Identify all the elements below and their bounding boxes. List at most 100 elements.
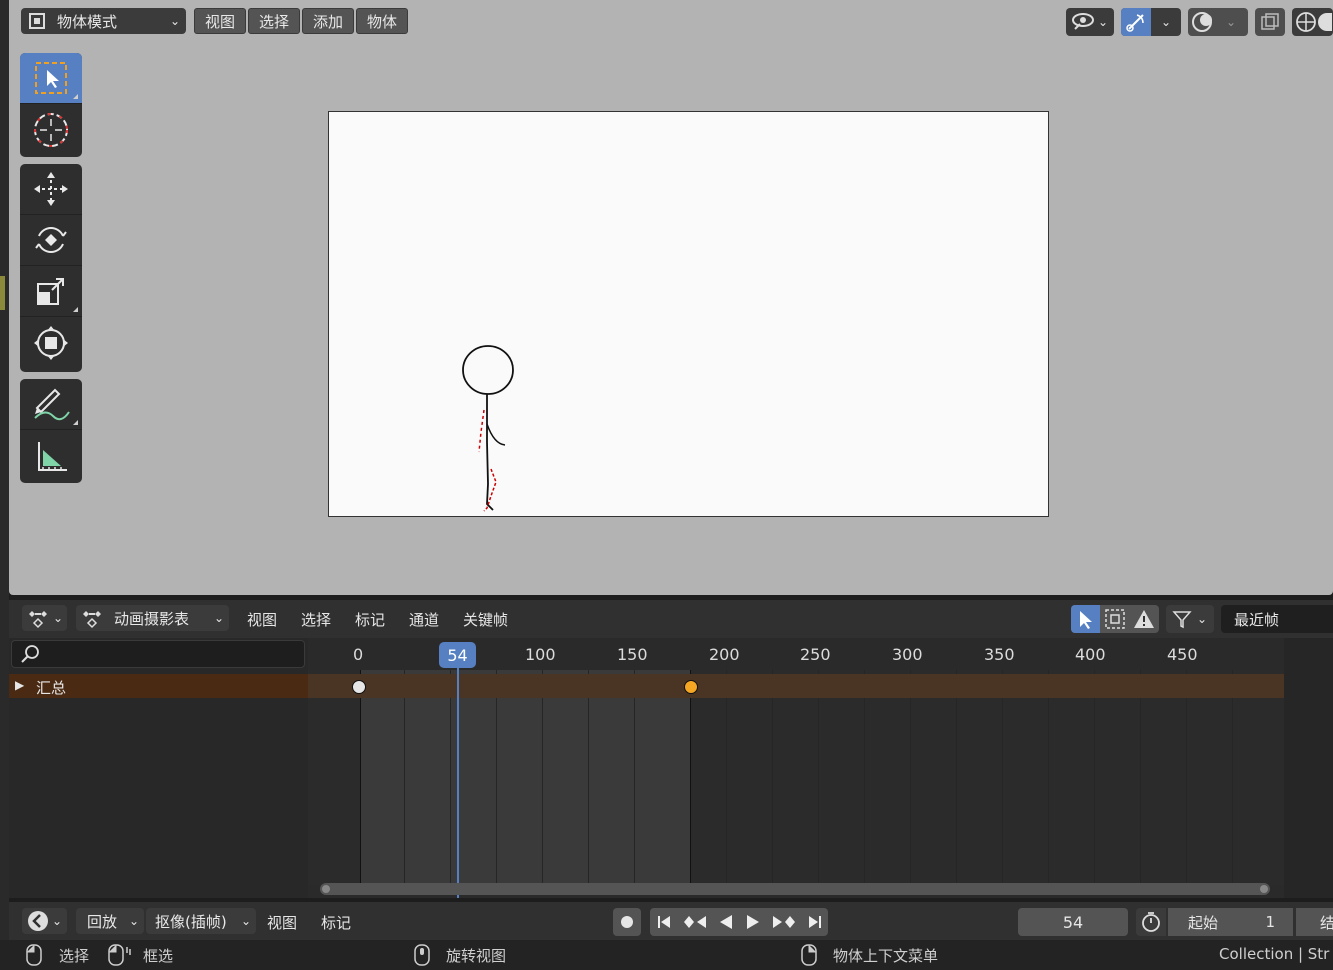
dopesheet-icon: [29, 611, 47, 629]
only-selected-toggle[interactable]: [1071, 605, 1100, 633]
grid-line: [1232, 670, 1233, 885]
play-icon[interactable]: [744, 913, 762, 931]
scrollbar-handle-right[interactable]: [1260, 885, 1268, 893]
status-context-menu: 物体上下文菜单: [833, 947, 939, 965]
overlay-dropdown[interactable]: ⌄: [1188, 8, 1248, 36]
cursor-icon: [34, 112, 68, 147]
camera-frame[interactable]: [328, 111, 1049, 517]
keyframe-range-highlight: [360, 670, 690, 885]
shading-buttons[interactable]: [1292, 8, 1333, 36]
keyframe[interactable]: [352, 680, 366, 694]
tool-measure[interactable]: [20, 430, 82, 481]
chevron-down-icon: ⌄: [1197, 612, 1208, 626]
auto-keying-toggle[interactable]: [613, 908, 641, 936]
dopesheet-menu-view[interactable]: 视图: [247, 609, 277, 630]
chevron-down-icon: ⌄: [53, 611, 64, 625]
channel-search-input[interactable]: [11, 640, 305, 668]
tool-annotate[interactable]: [20, 379, 82, 430]
toolbar-select-group: [20, 53, 82, 157]
editor-type-dropdown[interactable]: ⌄: [22, 605, 67, 631]
status-rotate-view: 旋转视图: [446, 947, 507, 965]
timeline-menu-marker[interactable]: 标记: [321, 912, 351, 933]
status-box-select: 框选: [143, 947, 174, 965]
timeline-menu-view[interactable]: 视图: [267, 912, 297, 933]
tool-scale[interactable]: [20, 266, 82, 317]
jump-start-icon[interactable]: [655, 913, 673, 931]
jump-end-icon[interactable]: [806, 913, 824, 931]
measure-icon: [38, 441, 67, 471]
tool-transform[interactable]: [20, 317, 82, 368]
prev-keyframe-icon[interactable]: [682, 913, 708, 931]
annotate-icon: [34, 388, 70, 421]
select-box-icon: [35, 62, 67, 94]
viewport-menu-view[interactable]: 视图: [194, 8, 246, 34]
gizmo-toggle[interactable]: [1121, 8, 1151, 36]
transform-icon: [34, 325, 68, 360]
mouse-middle-icon: [414, 944, 430, 966]
next-keyframe-icon[interactable]: [771, 913, 797, 931]
solid-shading-icon[interactable]: [1318, 13, 1332, 31]
end-frame-field[interactable]: 结: [1296, 908, 1333, 936]
tool-cursor[interactable]: [20, 104, 82, 155]
viewport-menu-add[interactable]: 添加: [302, 8, 354, 34]
tool-move[interactable]: [20, 164, 82, 215]
object-mode-label: 物体模式: [57, 12, 118, 31]
grid-line: [542, 670, 543, 885]
play-reverse-icon[interactable]: [717, 913, 735, 931]
wireframe-shading-icon[interactable]: [1292, 10, 1318, 34]
range-start-line: [360, 670, 361, 885]
dopesheet-menu-channel[interactable]: 通道: [409, 609, 439, 630]
toolbar-annotate-group: [20, 379, 82, 483]
start-frame-label: 起始: [1188, 913, 1219, 932]
filter-dropdown[interactable]: ⌄: [1166, 605, 1214, 633]
keying-dropdown[interactable]: 抠像(插帧) ⌄: [146, 908, 256, 934]
expand-triangle-icon[interactable]: ▶: [15, 678, 24, 692]
frame-tick: 200: [709, 645, 740, 664]
overlay-icon: [1192, 12, 1212, 32]
mouse-right-icon: [801, 944, 817, 966]
grid-line: [450, 670, 451, 885]
chevron-down-icon: ⌄: [52, 914, 63, 928]
object-mode-dropdown[interactable]: 物体模式 ⌄: [21, 8, 186, 34]
only-errors-toggle[interactable]: [1129, 605, 1158, 633]
tool-select-box[interactable]: [20, 53, 82, 104]
playback-controls: [650, 908, 828, 936]
box-dotted-icon: [1104, 609, 1125, 629]
chevron-down-icon: ⌄: [1098, 15, 1109, 29]
current-frame-field[interactable]: 54: [1018, 908, 1128, 936]
eye-icon: [1072, 13, 1094, 30]
dopesheet-menu-marker[interactable]: 标记: [355, 609, 385, 630]
start-frame-field[interactable]: 起始 1: [1168, 908, 1293, 936]
frame-tick: 250: [800, 645, 831, 664]
gizmo-dropdown[interactable]: ⌄: [1121, 8, 1181, 36]
scrollbar-handle-left[interactable]: [322, 885, 330, 893]
dopesheet-menu-select[interactable]: 选择: [301, 609, 331, 630]
tool-rotate[interactable]: [20, 215, 82, 266]
viewport-menu-object[interactable]: 物体: [356, 8, 408, 34]
show-hidden-toggle[interactable]: [1100, 605, 1129, 633]
frame-tick: 400: [1075, 645, 1106, 664]
left-edge-marker: [0, 276, 5, 310]
status-select: 选择: [59, 947, 90, 965]
viewport-menu-select[interactable]: 选择: [248, 8, 300, 34]
horizontal-scrollbar[interactable]: [320, 883, 1270, 895]
dopesheet-menu-key[interactable]: 关键帧: [463, 609, 508, 630]
visibility-dropdown[interactable]: ⌄: [1066, 8, 1114, 36]
warning-icon: [1133, 610, 1154, 628]
dopesheet-mode-dropdown[interactable]: 动画摄影表 ⌄: [76, 605, 229, 631]
xray-toggle[interactable]: [1255, 8, 1285, 36]
grid-line: [496, 670, 497, 885]
range-end-line: [690, 670, 691, 885]
frame-tick: 450: [1167, 645, 1198, 664]
grid-line: [1140, 670, 1141, 885]
frame-tick: 150: [617, 645, 648, 664]
chevron-down-icon: ⌄: [128, 914, 139, 928]
keyframe-selected[interactable]: [684, 680, 698, 694]
playback-dropdown[interactable]: 回放 ⌄: [76, 908, 144, 934]
playhead-frame-indicator[interactable]: 54: [439, 642, 476, 668]
preview-range-toggle[interactable]: [1136, 908, 1166, 936]
grid-line: [1002, 670, 1003, 885]
timeline-editor-type-dropdown[interactable]: ⌄: [22, 908, 67, 934]
scale-icon: [37, 278, 64, 305]
snap-mode-dropdown[interactable]: 最近帧: [1221, 605, 1333, 633]
